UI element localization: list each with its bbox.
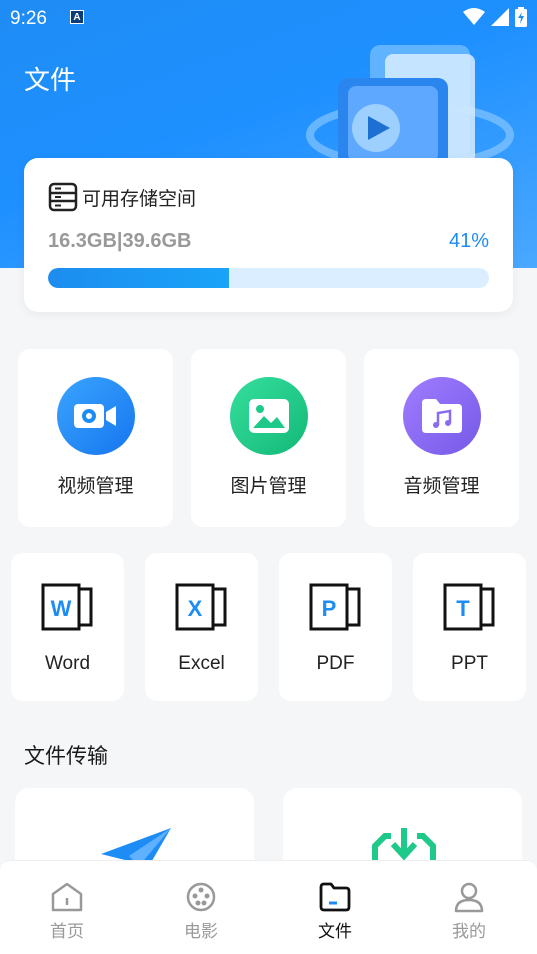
ppt-button[interactable]: T PPT (413, 553, 526, 701)
excel-doc-icon: X (175, 583, 227, 631)
tab-home[interactable]: 首页 (0, 861, 134, 954)
video-settings-icon (57, 377, 135, 455)
word-letter: W (51, 596, 72, 621)
file-transfer-title: 文件传输 (24, 744, 108, 768)
ppt-label: PPT (451, 653, 488, 674)
tab-movies-label: 电影 (184, 922, 218, 942)
excel-label: Excel (178, 653, 225, 674)
pdf-doc-icon: P (309, 583, 361, 631)
audio-management-button[interactable]: 音频管理 (364, 349, 519, 527)
storage-progress-bar (48, 268, 489, 288)
pdf-label: PDF (316, 653, 355, 674)
home-icon (51, 882, 83, 912)
excel-letter: X (188, 596, 203, 621)
tab-profile-label: 我的 (452, 922, 486, 942)
status-bar: 9:26 A (0, 0, 537, 36)
storage-progress-fill (48, 268, 229, 288)
pdf-letter: P (322, 596, 337, 621)
video-files-illustration (306, 45, 514, 170)
status-time: 9:26 (10, 8, 47, 29)
signal-icon (491, 8, 509, 26)
pdf-button[interactable]: P PDF (279, 553, 392, 701)
user-icon (454, 882, 484, 913)
wifi-icon (463, 8, 485, 25)
image-management-label: 图片管理 (230, 475, 307, 497)
storage-usage: 16.3GB|39.6GB (48, 230, 192, 252)
music-folder-icon (403, 377, 481, 455)
audio-management-label: 音频管理 (403, 475, 480, 497)
tab-files[interactable]: 文件 (268, 861, 402, 954)
image-management-button[interactable]: 图片管理 (191, 349, 346, 527)
tab-movies[interactable]: 电影 (134, 861, 268, 954)
video-management-button[interactable]: 视频管理 (18, 349, 173, 527)
page-title: 文件 (24, 66, 77, 96)
notification-icon: A (70, 10, 84, 24)
ppt-doc-icon: T (443, 583, 495, 631)
tab-profile[interactable]: 我的 (402, 861, 536, 954)
battery-icon (515, 7, 527, 27)
storage-icon (48, 182, 78, 212)
image-icon (230, 377, 308, 455)
film-reel-icon (186, 882, 216, 912)
word-label: Word (44, 653, 91, 674)
ppt-letter: T (456, 596, 470, 621)
storage-percent: 41% (448, 230, 489, 252)
tab-home-label: 首页 (50, 922, 84, 942)
video-management-label: 视频管理 (57, 475, 134, 497)
word-doc-icon: W (41, 583, 93, 631)
storage-label: 可用存储空间 (82, 188, 197, 210)
excel-button[interactable]: X Excel (145, 553, 258, 701)
folder-icon (319, 882, 351, 912)
status-indicators (463, 6, 527, 28)
tab-files-label: 文件 (318, 922, 352, 942)
bottom-tab-bar: 首页 电影 文件 我的 (0, 860, 537, 954)
storage-card: 可用存储空间 16.3GB|39.6GB 41% (24, 158, 513, 312)
word-button[interactable]: W Word (11, 553, 124, 701)
